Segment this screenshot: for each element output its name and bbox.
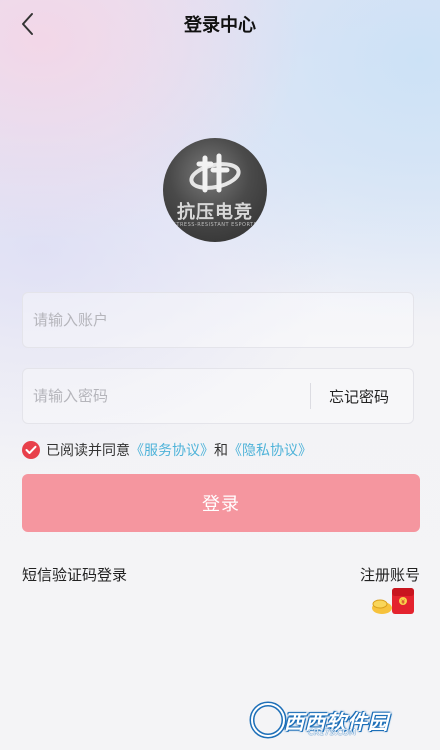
account-input[interactable] (33, 293, 403, 347)
forgot-password-link[interactable]: 忘记密码 (329, 386, 389, 407)
agreement-conjunction: 和 (214, 443, 228, 459)
logo-subtext: STRESS-RESISTANT ESPORTS (172, 222, 258, 228)
divider (310, 383, 311, 409)
password-input[interactable] (33, 369, 303, 423)
app-logo: 抗压电竞 STRESS-RESISTANT ESPORTS (163, 138, 267, 242)
service-agreement-link[interactable]: 《服务协议》 (130, 440, 214, 460)
register-link[interactable]: 注册账号 (360, 564, 420, 585)
agreement-text: 已阅读并同意 (46, 443, 130, 459)
red-packet-icon[interactable]: ¥ (368, 584, 420, 618)
checkmark-icon (25, 445, 37, 454)
logo-emblem-icon (189, 153, 241, 193)
account-field (22, 292, 414, 348)
agreement-row: 已阅读并同意 《服务协议》 和 《隐私协议》 (22, 440, 312, 460)
agreement-checkbox[interactable] (22, 441, 40, 459)
svg-text:¥: ¥ (401, 599, 405, 606)
header-bar: 登录中心 (0, 0, 440, 48)
watermark: 西西软件园 CR173.COM (248, 700, 428, 740)
page-title: 登录中心 (184, 15, 256, 36)
logo-text: 抗压电竞 (177, 202, 253, 223)
sms-login-link[interactable]: 短信验证码登录 (22, 564, 127, 585)
watermark-url: CR173.COM (308, 728, 356, 737)
privacy-agreement-link[interactable]: 《隐私协议》 (228, 440, 312, 460)
password-field: 忘记密码 (22, 368, 414, 424)
login-button[interactable]: 登录 (22, 474, 420, 532)
